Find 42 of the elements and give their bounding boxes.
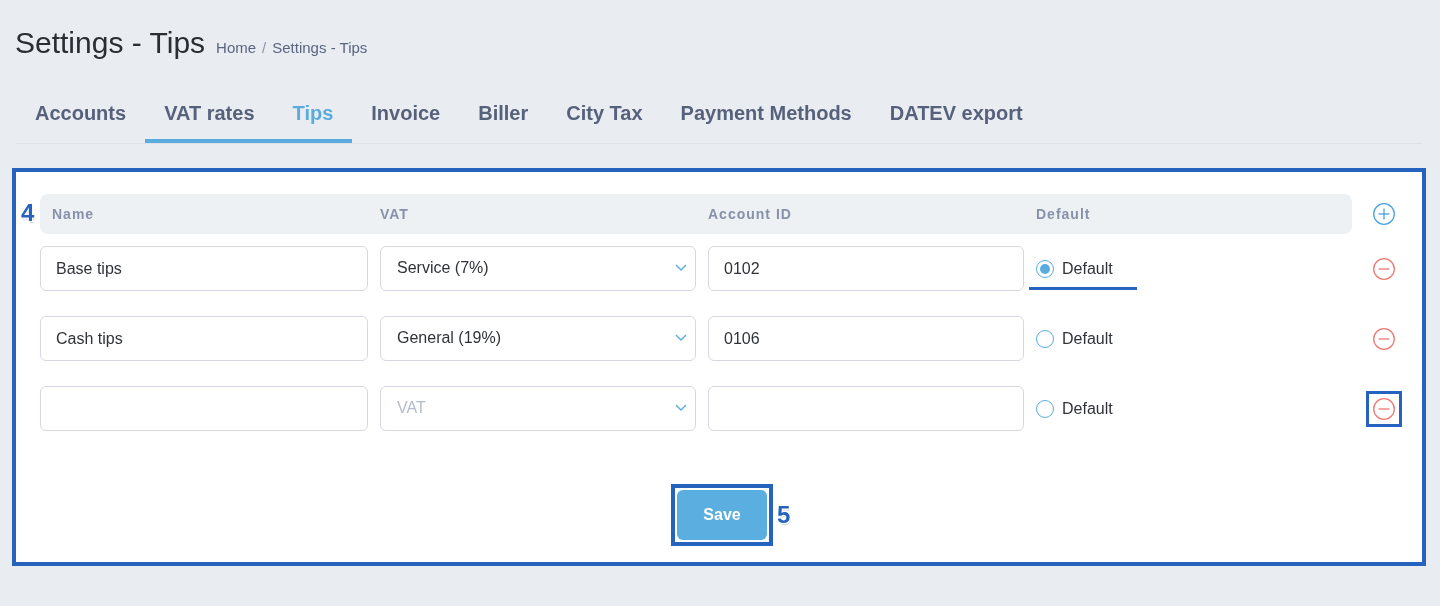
callout-number: 5 bbox=[777, 503, 791, 527]
tab[interactable]: VAT rates bbox=[145, 89, 274, 143]
column-header: Account ID bbox=[708, 204, 793, 224]
add-button[interactable] bbox=[1373, 203, 1395, 225]
plus-circle-icon bbox=[1373, 203, 1395, 225]
breadcrumb-current: Settings - Tips bbox=[272, 38, 368, 58]
name-input[interactable] bbox=[40, 386, 368, 431]
radio-button[interactable] bbox=[1036, 329, 1054, 348]
minus-circle-icon bbox=[1373, 327, 1395, 350]
radio-label: Default bbox=[1062, 258, 1113, 279]
tab[interactable]: City Tax bbox=[547, 89, 662, 143]
remove-button[interactable] bbox=[1373, 257, 1395, 280]
name-input[interactable]: Cash tips bbox=[40, 316, 368, 361]
radio-button[interactable] bbox=[1036, 399, 1054, 418]
tab[interactable]: DATEV export bbox=[870, 89, 1042, 143]
radio-button[interactable] bbox=[1036, 259, 1054, 278]
account-id-input[interactable] bbox=[708, 386, 1024, 431]
page-title: Settings - Tips bbox=[15, 25, 206, 61]
radio-label: Default bbox=[1062, 398, 1113, 419]
vat-select[interactable]: General (19%) bbox=[380, 316, 696, 361]
breadcrumb-separator: / bbox=[262, 38, 267, 58]
radio-label: Default bbox=[1062, 328, 1113, 349]
minus-circle-icon bbox=[1373, 397, 1395, 420]
remove-button[interactable] bbox=[1373, 327, 1395, 350]
callout-number: 4 bbox=[21, 201, 35, 225]
tab[interactable]: Biller bbox=[459, 89, 548, 143]
minus-circle-icon bbox=[1373, 257, 1395, 280]
column-header: Default bbox=[1036, 204, 1092, 224]
breadcrumb-link[interactable]: Home bbox=[216, 37, 257, 60]
remove-button[interactable] bbox=[1373, 397, 1395, 420]
account-id-input[interactable]: 0106 bbox=[708, 316, 1024, 361]
tab[interactable]: Payment Methods bbox=[661, 89, 871, 143]
chevron-down-icon bbox=[675, 404, 687, 411]
column-header: Name bbox=[51, 204, 96, 224]
vat-select[interactable]: Service (7%) bbox=[380, 246, 696, 291]
column-header: VAT bbox=[380, 204, 410, 224]
tab[interactable]: Invoice bbox=[352, 89, 460, 143]
name-input[interactable]: Base tips bbox=[40, 246, 368, 291]
chevron-down-icon bbox=[675, 334, 687, 341]
tab[interactable]: Accounts bbox=[16, 89, 146, 143]
chevron-down-icon bbox=[675, 264, 687, 271]
account-id-input[interactable]: 0102 bbox=[708, 246, 1024, 291]
